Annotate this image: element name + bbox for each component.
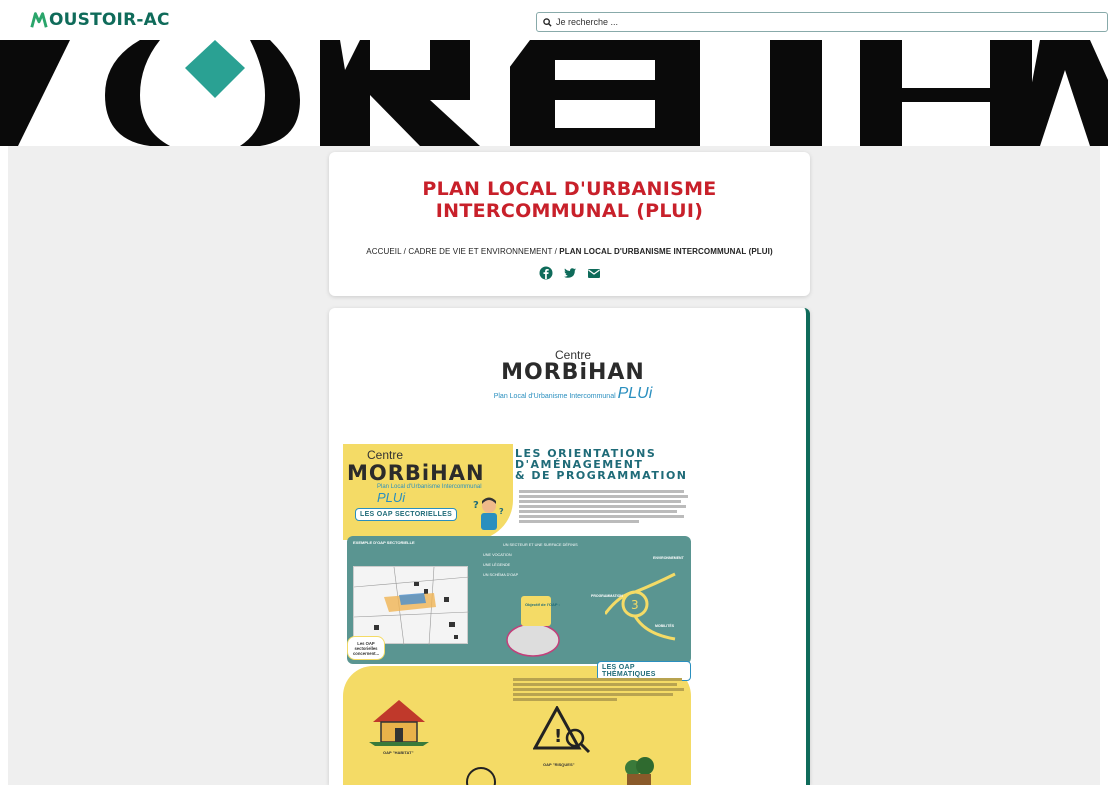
breadcrumb: ACCUEIL / CADRE DE VIE ET ENVIRONNEMENT … — [329, 247, 810, 256]
thinking-person-icon: ? ? — [473, 497, 504, 530]
poster-label-secteur: UN SECTEUR ET UNE SURFACE DÉFINIS — [503, 543, 578, 547]
poster-label-risques: OAP "RISQUES" — [543, 762, 575, 767]
poster-thematiques-text-block — [513, 676, 687, 703]
banner-image — [0, 40, 1108, 146]
warning-magnifier-icon: ! — [533, 706, 591, 754]
svg-text:?: ? — [473, 500, 479, 511]
centre-morbihan-logo: Centre MORBiHAN Plan Local d'Urbanisme I… — [493, 348, 653, 410]
top-bar: OUSTOIR-AC Je recherche ... — [0, 0, 1108, 40]
search-placeholder: Je recherche ... — [556, 17, 619, 27]
site-logo[interactable]: OUSTOIR-AC — [30, 10, 170, 30]
poster-map-schema — [353, 566, 470, 646]
house-icon — [369, 700, 429, 746]
poster-label-vocation: UNE VOCATION — [483, 553, 512, 557]
poster-label-concernent: Les OAP sectorielles concernent... — [347, 636, 385, 660]
page-title: PLAN LOCAL D'URBANISME INTERCOMMUNAL (PL… — [422, 178, 717, 222]
logo-text: OUSTOIR-AC — [49, 10, 170, 30]
poster-logo-centre: Centre — [367, 448, 404, 462]
content-card: Centre MORBiHAN Plan Local d'Urbanisme I… — [329, 308, 810, 785]
breadcrumb-section[interactable]: CADRE DE VIE ET ENVIRONNEMENT — [408, 247, 552, 256]
logo-line-morbihan: MORBiHAN — [501, 360, 645, 385]
banner-graphic — [0, 40, 1108, 146]
poster-logo-morbihan: MORBiHAN — [347, 461, 485, 485]
plant-pot-icon — [625, 757, 654, 785]
oap-poster-image[interactable]: Centre MORBiHAN Plan Local d'Urbanisme I… — [343, 444, 691, 785]
twitter-icon[interactable] — [563, 266, 577, 280]
logo-mark-icon — [30, 12, 48, 28]
poster-label-schema: UN SCHÉMA D'OAP — [483, 573, 519, 577]
breadcrumb-current: PLAN LOCAL D'URBANISME INTERCOMMUNAL (PL… — [559, 247, 773, 256]
breadcrumb-home[interactable]: ACCUEIL — [366, 247, 401, 256]
poster-tag-sectorielles: LES OAP SECTORIELLES — [355, 508, 458, 521]
lightbulb-icon — [466, 767, 496, 785]
poster-label-objectif: Objectif de l'OAP : — [525, 602, 560, 607]
poster-label-programmation: PROGRAMMATION — [591, 594, 623, 598]
poster-title: LES ORIENTATIONS D'AMÉNAGEMENT & DE PROG… — [515, 448, 691, 481]
poster-label-exemple: EXEMPLE D'OAP SECTORIELLE — [353, 540, 415, 545]
search-icon — [543, 17, 552, 27]
facebook-icon[interactable] — [539, 266, 553, 280]
poster-label-habitat: OAP "HABITAT" — [383, 750, 414, 755]
svg-text:3: 3 — [631, 598, 639, 612]
poster-title-line: & DE PROGRAMMATION — [515, 469, 688, 482]
logo-line-subtitle: Plan Local d'Urbanisme Intercommunal PLU… — [493, 385, 653, 403]
logo-subtitle-text: Plan Local d'Urbanisme Intercommunal — [493, 393, 616, 400]
poster-logo-plui: PLUi — [377, 490, 406, 505]
email-icon[interactable] — [587, 266, 601, 280]
search-input[interactable]: Je recherche ... — [536, 12, 1108, 32]
page-header-card: PLAN LOCAL D'URBANISME INTERCOMMUNAL (PL… — [329, 152, 810, 296]
poster-label-environnement: ENVIRONNEMENT — [653, 556, 684, 560]
poster-intro-text-block — [519, 488, 691, 525]
share-links — [329, 266, 810, 280]
svg-text:?: ? — [499, 507, 504, 516]
poster-themes-diagram: 3 — [605, 572, 676, 641]
poster-label-legende: UNE LÉGENDE — [483, 563, 511, 567]
svg-text:!: ! — [554, 726, 562, 747]
logo-plui: PLUi — [617, 385, 653, 402]
poster-label-mobilites: MOBILITÉS — [655, 624, 675, 628]
